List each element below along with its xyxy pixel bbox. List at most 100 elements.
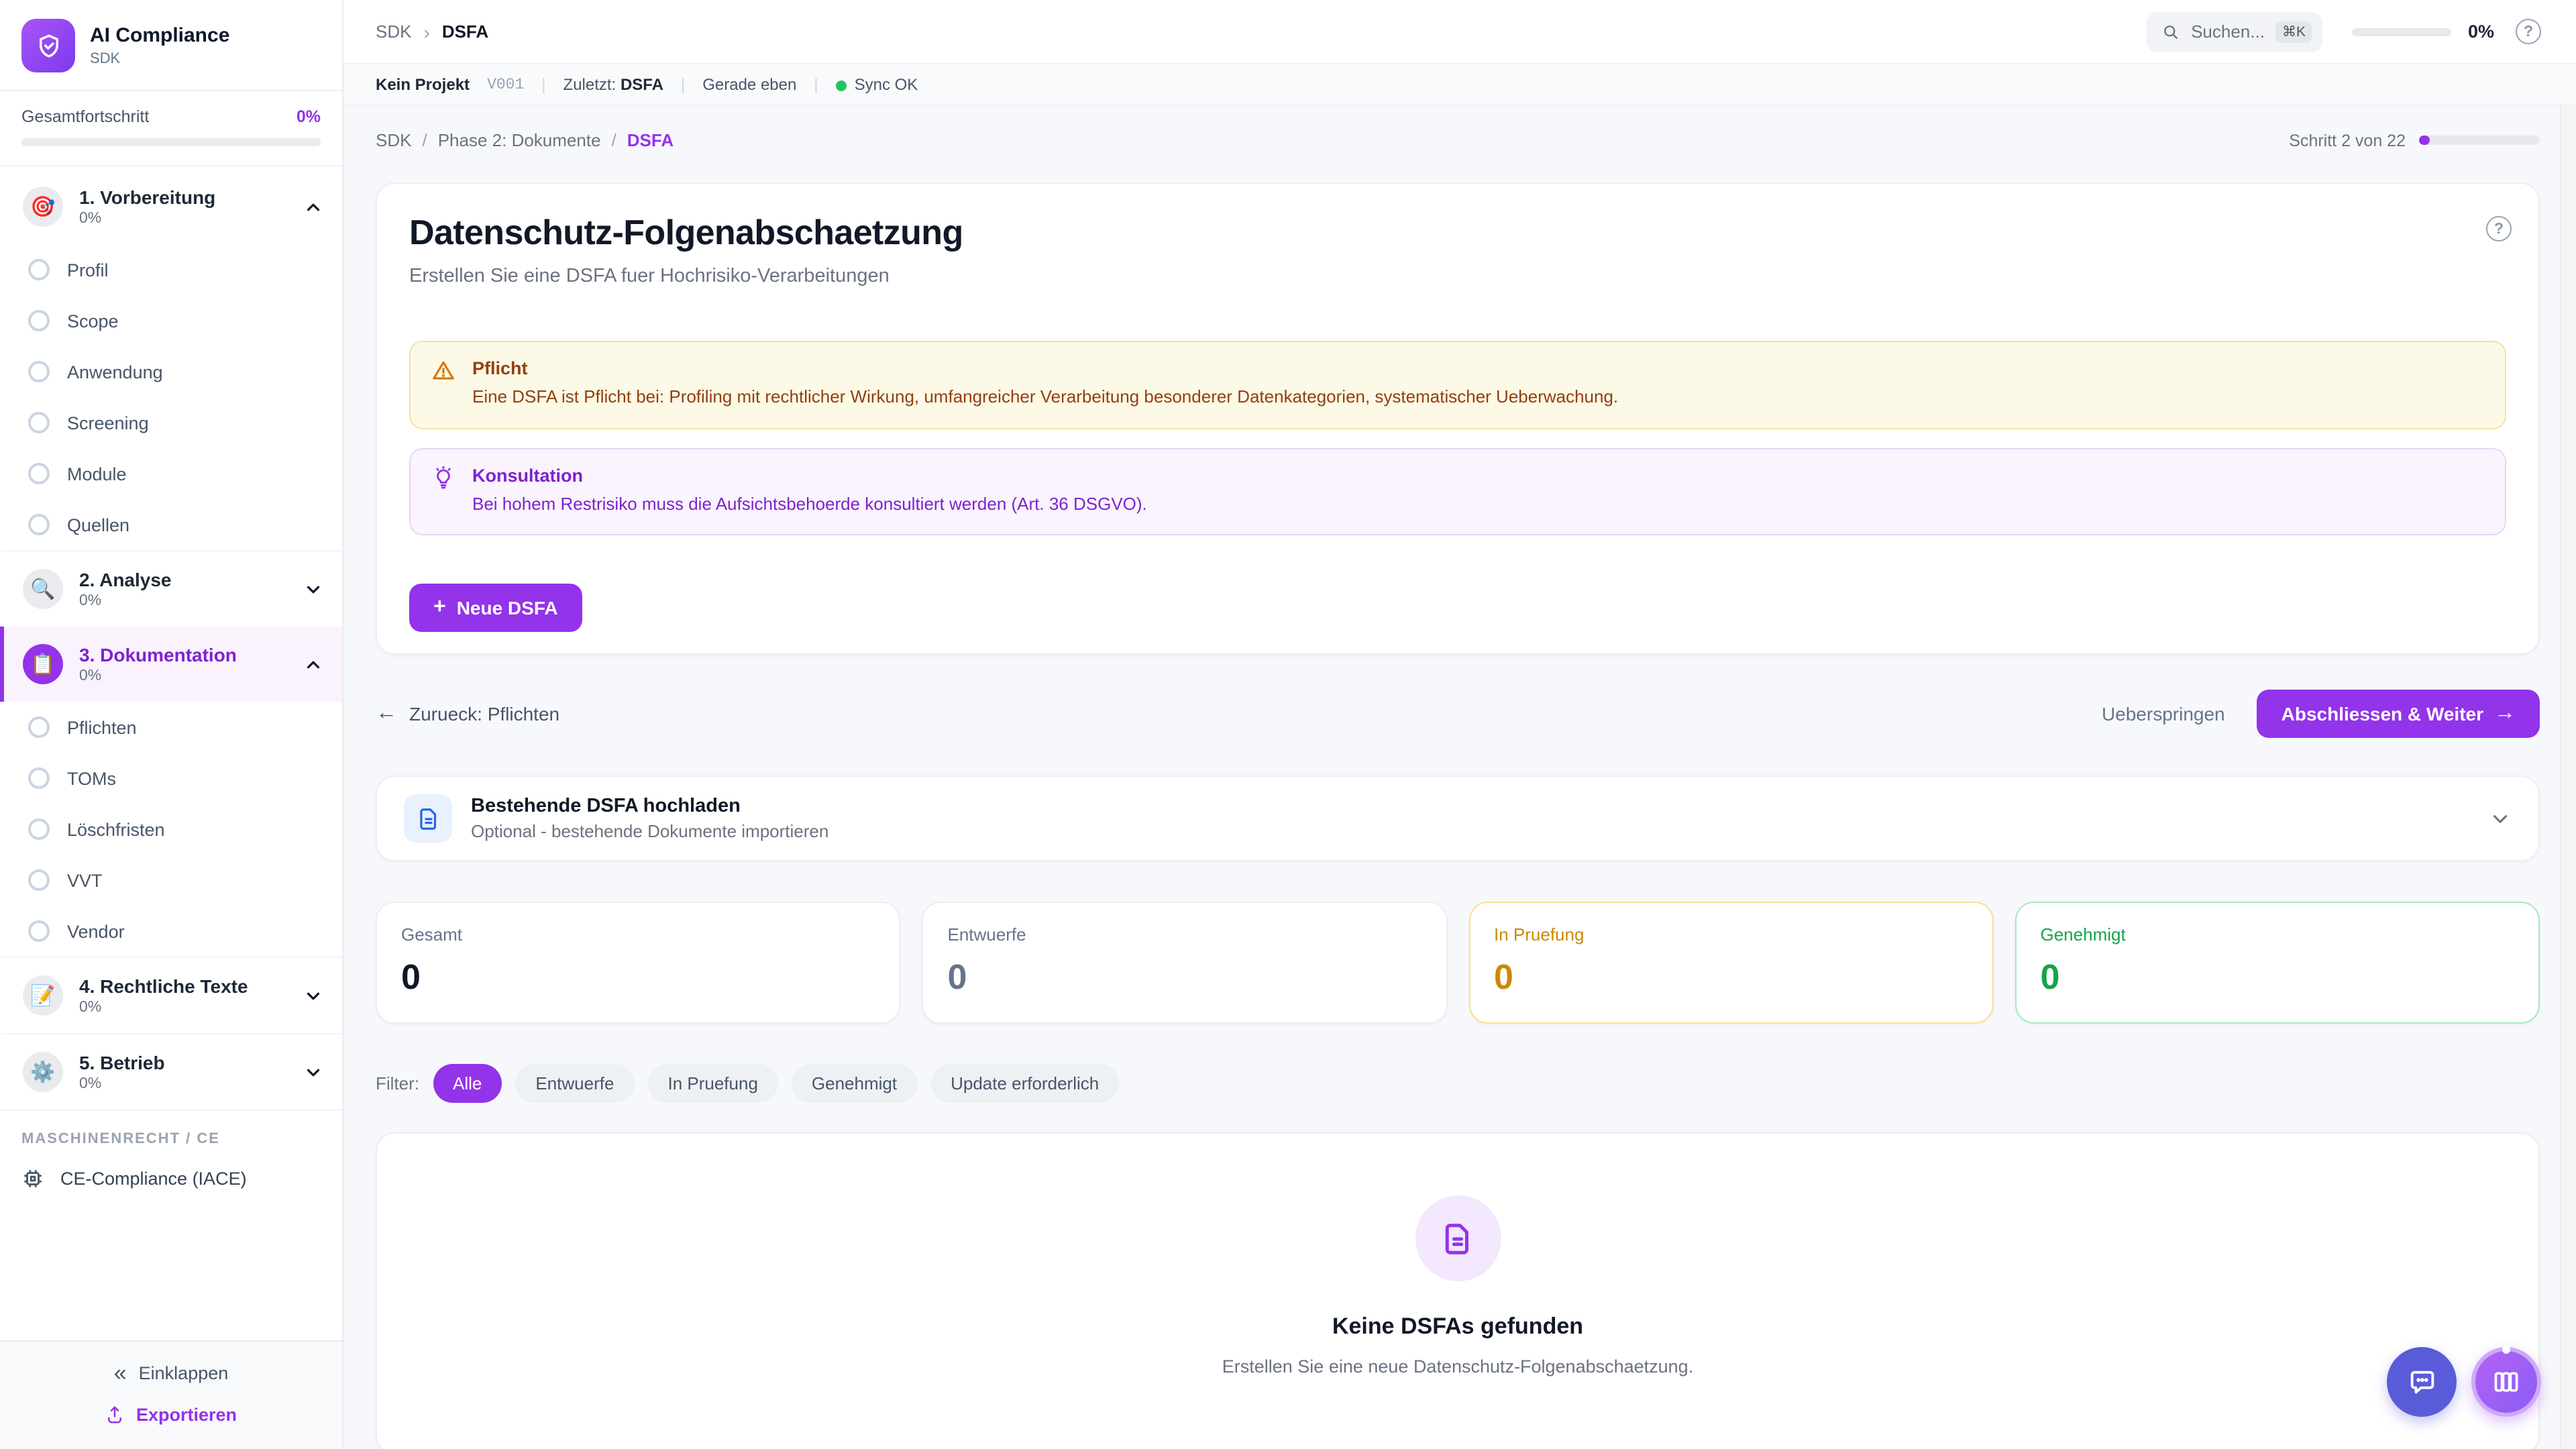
back-link[interactable]: ← Zurueck: Pflichten bbox=[376, 702, 559, 727]
search-input[interactable]: Suchen... ⌘K bbox=[2147, 11, 2323, 52]
search-icon bbox=[2161, 22, 2180, 41]
sidebar-item-label: Löschfristen bbox=[67, 820, 165, 840]
sidebar-item-ce-compliance[interactable]: CE-Compliance (IACE) bbox=[0, 1156, 342, 1207]
sidebar-item-pflichten[interactable]: Pflichten bbox=[0, 702, 342, 753]
page-breadcrumb: SDK / Phase 2: Dokumente / DSFA Schritt … bbox=[376, 130, 2540, 150]
shield-check-logo-icon bbox=[21, 19, 75, 72]
export-button[interactable]: Exportieren bbox=[105, 1405, 237, 1425]
stat-label: Gesamt bbox=[401, 925, 875, 945]
filter-row: Filter: Alle Entwuerfe In Pruefung Geneh… bbox=[376, 1065, 2540, 1104]
collapse-label: Einklappen bbox=[139, 1363, 229, 1383]
help-icon[interactable]: ? bbox=[2516, 19, 2541, 44]
sidebar-item-quellen[interactable]: Quellen bbox=[0, 499, 342, 550]
sidebar-section-rechtliche-texte[interactable]: 📝 4. Rechtliche Texte 0% bbox=[0, 957, 342, 1034]
stat-label: Entwuerfe bbox=[948, 925, 1422, 945]
breadcrumb-link-sdk[interactable]: SDK bbox=[376, 130, 411, 150]
upload-subtitle: Optional - bestehende Dokumente importie… bbox=[471, 822, 828, 842]
filter-chip-update-erforderlich[interactable]: Update erforderlich bbox=[930, 1065, 1119, 1104]
sidebar-item-label: VVT bbox=[67, 871, 103, 891]
stat-card-in-pruefung: In Pruefung 0 bbox=[1468, 902, 1994, 1024]
radio-circle-icon bbox=[28, 921, 50, 943]
sidebar-item-profil[interactable]: Profil bbox=[0, 244, 342, 295]
stat-label: Genehmigt bbox=[2041, 925, 2515, 945]
page-subtitle: Erstellen Sie eine DSFA fuer Hochrisiko-… bbox=[409, 266, 2506, 287]
sidebar-section-analyse[interactable]: 🔍 2. Analyse 0% bbox=[0, 550, 342, 627]
overall-progress-bar bbox=[21, 138, 321, 146]
skip-button[interactable]: Ueberspringen bbox=[2102, 704, 2225, 725]
breadcrumb-current: DSFA bbox=[442, 21, 488, 42]
export-label: Exportieren bbox=[136, 1405, 237, 1425]
filter-chip-alle[interactable]: Alle bbox=[433, 1065, 502, 1104]
section-title: 4. Rechtliche Texte bbox=[79, 976, 287, 998]
radio-circle-icon bbox=[28, 768, 50, 790]
step-progress-fill bbox=[2419, 136, 2430, 145]
chevron-down-icon[interactable] bbox=[2489, 808, 2512, 830]
sidebar-item-screening[interactable]: Screening bbox=[0, 397, 342, 448]
chevron-up-icon[interactable] bbox=[303, 197, 323, 217]
empty-state-card: Keine DSFAs gefunden Erstellen Sie eine … bbox=[376, 1133, 2540, 1449]
overall-progress-block: Gesamtfortschritt 0% bbox=[0, 91, 342, 166]
statusbar: Kein Projekt V001 | Zuletzt: DSFA | Gera… bbox=[343, 64, 2576, 106]
sidebar-section-dokumentation[interactable]: 📋 3. Dokumentation 0% bbox=[0, 627, 342, 702]
last-doc-value: DSFA bbox=[621, 75, 663, 94]
radio-circle-icon bbox=[28, 514, 50, 535]
radio-circle-icon bbox=[28, 310, 50, 331]
chevron-down-icon[interactable] bbox=[303, 1063, 323, 1083]
app-subtitle: SDK bbox=[90, 50, 229, 66]
sidebar-item-vvt[interactable]: VVT bbox=[0, 855, 342, 906]
sidebar-item-anwendung[interactable]: Anwendung bbox=[0, 346, 342, 397]
step-label: Schritt 2 von 22 bbox=[2289, 131, 2406, 150]
breadcrumb-root[interactable]: SDK bbox=[376, 21, 411, 42]
page-title: Datenschutz-Folgenabschaetzung bbox=[409, 212, 2506, 254]
empty-state-icon-circle bbox=[1415, 1196, 1501, 1282]
pipe-divider: | bbox=[681, 75, 685, 94]
content-area: SDK / Phase 2: Dokumente / DSFA Schritt … bbox=[343, 106, 2576, 1449]
filter-chip-entwuerfe[interactable]: Entwuerfe bbox=[515, 1065, 634, 1104]
topbar-progress-bar bbox=[2353, 28, 2452, 36]
last-doc-label: Zuletzt: bbox=[564, 75, 616, 94]
chat-fab-button[interactable] bbox=[2387, 1347, 2457, 1417]
wizard-nav-row: ← Zurueck: Pflichten Ueberspringen Absch… bbox=[376, 688, 2540, 741]
sidebar-item-label: Scope bbox=[67, 311, 119, 331]
sidebar-item-scope[interactable]: Scope bbox=[0, 295, 342, 346]
double-chevron-left-icon: « bbox=[114, 1362, 127, 1385]
sidebar-section-betrieb[interactable]: ⚙️ 5. Betrieb 0% bbox=[0, 1034, 342, 1110]
filter-chip-genehmigt[interactable]: Genehmigt bbox=[792, 1065, 917, 1104]
brand-text: AI Compliance SDK bbox=[90, 25, 229, 67]
upload-existing-dsfa-panel[interactable]: Bestehende DSFA hochladen Optional - bes… bbox=[376, 776, 2540, 862]
sidebar-item-label: Profil bbox=[67, 260, 109, 280]
sidebar-item-label: Vendor bbox=[67, 922, 125, 942]
sidebar-item-label: Module bbox=[67, 464, 127, 484]
section-title: 2. Analyse bbox=[79, 569, 287, 590]
sidebar-item-toms[interactable]: TOMs bbox=[0, 753, 342, 804]
help-icon[interactable]: ? bbox=[2486, 216, 2512, 241]
stat-card-genehmigt: Genehmigt 0 bbox=[2015, 902, 2540, 1024]
section-pct: 0% bbox=[79, 1000, 287, 1016]
sidebar-item-vendor[interactable]: Vendor bbox=[0, 906, 342, 957]
board-view-fab-button[interactable] bbox=[2471, 1347, 2541, 1417]
filter-chip-in-pruefung[interactable]: In Pruefung bbox=[647, 1065, 777, 1104]
sidebar-item-module[interactable]: Module bbox=[0, 448, 342, 499]
pipe-divider: | bbox=[541, 75, 545, 94]
chevron-down-icon[interactable] bbox=[303, 579, 323, 599]
topbar: SDK › DSFA Suchen... ⌘K 0% ? bbox=[343, 0, 2576, 64]
breadcrumb-link-phase[interactable]: Phase 2: Dokumente bbox=[438, 130, 601, 150]
scrollbar[interactable] bbox=[2560, 106, 2576, 1449]
lightbulb-icon bbox=[431, 465, 456, 497]
chevron-up-icon[interactable] bbox=[303, 654, 323, 674]
chevron-down-icon[interactable] bbox=[303, 986, 323, 1006]
sidebar-item-loeschfristen[interactable]: Löschfristen bbox=[0, 804, 342, 855]
section-pct: 0% bbox=[79, 669, 287, 685]
finish-next-button[interactable]: Abschliessen & Weiter → bbox=[2257, 690, 2540, 739]
alert-title: Konsultation bbox=[472, 465, 2483, 485]
sidebar-section-vorbereitung[interactable]: 🎯 1. Vorbereitung 0% bbox=[0, 169, 342, 244]
sidebar: AI Compliance SDK Gesamtfortschritt 0% 🎯… bbox=[0, 0, 343, 1449]
new-dsfa-label: Neue DSFA bbox=[457, 598, 558, 619]
notification-dot bbox=[2502, 1346, 2510, 1354]
last-doc: Zuletzt: DSFA bbox=[564, 75, 663, 94]
collapse-sidebar-button[interactable]: « Einklappen bbox=[114, 1362, 229, 1385]
new-dsfa-button[interactable]: + Neue DSFA bbox=[409, 584, 582, 633]
dsfa-intro-card: Datenschutz-Folgenabschaetzung Erstellen… bbox=[376, 182, 2540, 655]
main-area: SDK › DSFA Suchen... ⌘K 0% ? Kein Projek… bbox=[343, 0, 2576, 1449]
stat-value: 0 bbox=[2041, 957, 2515, 999]
